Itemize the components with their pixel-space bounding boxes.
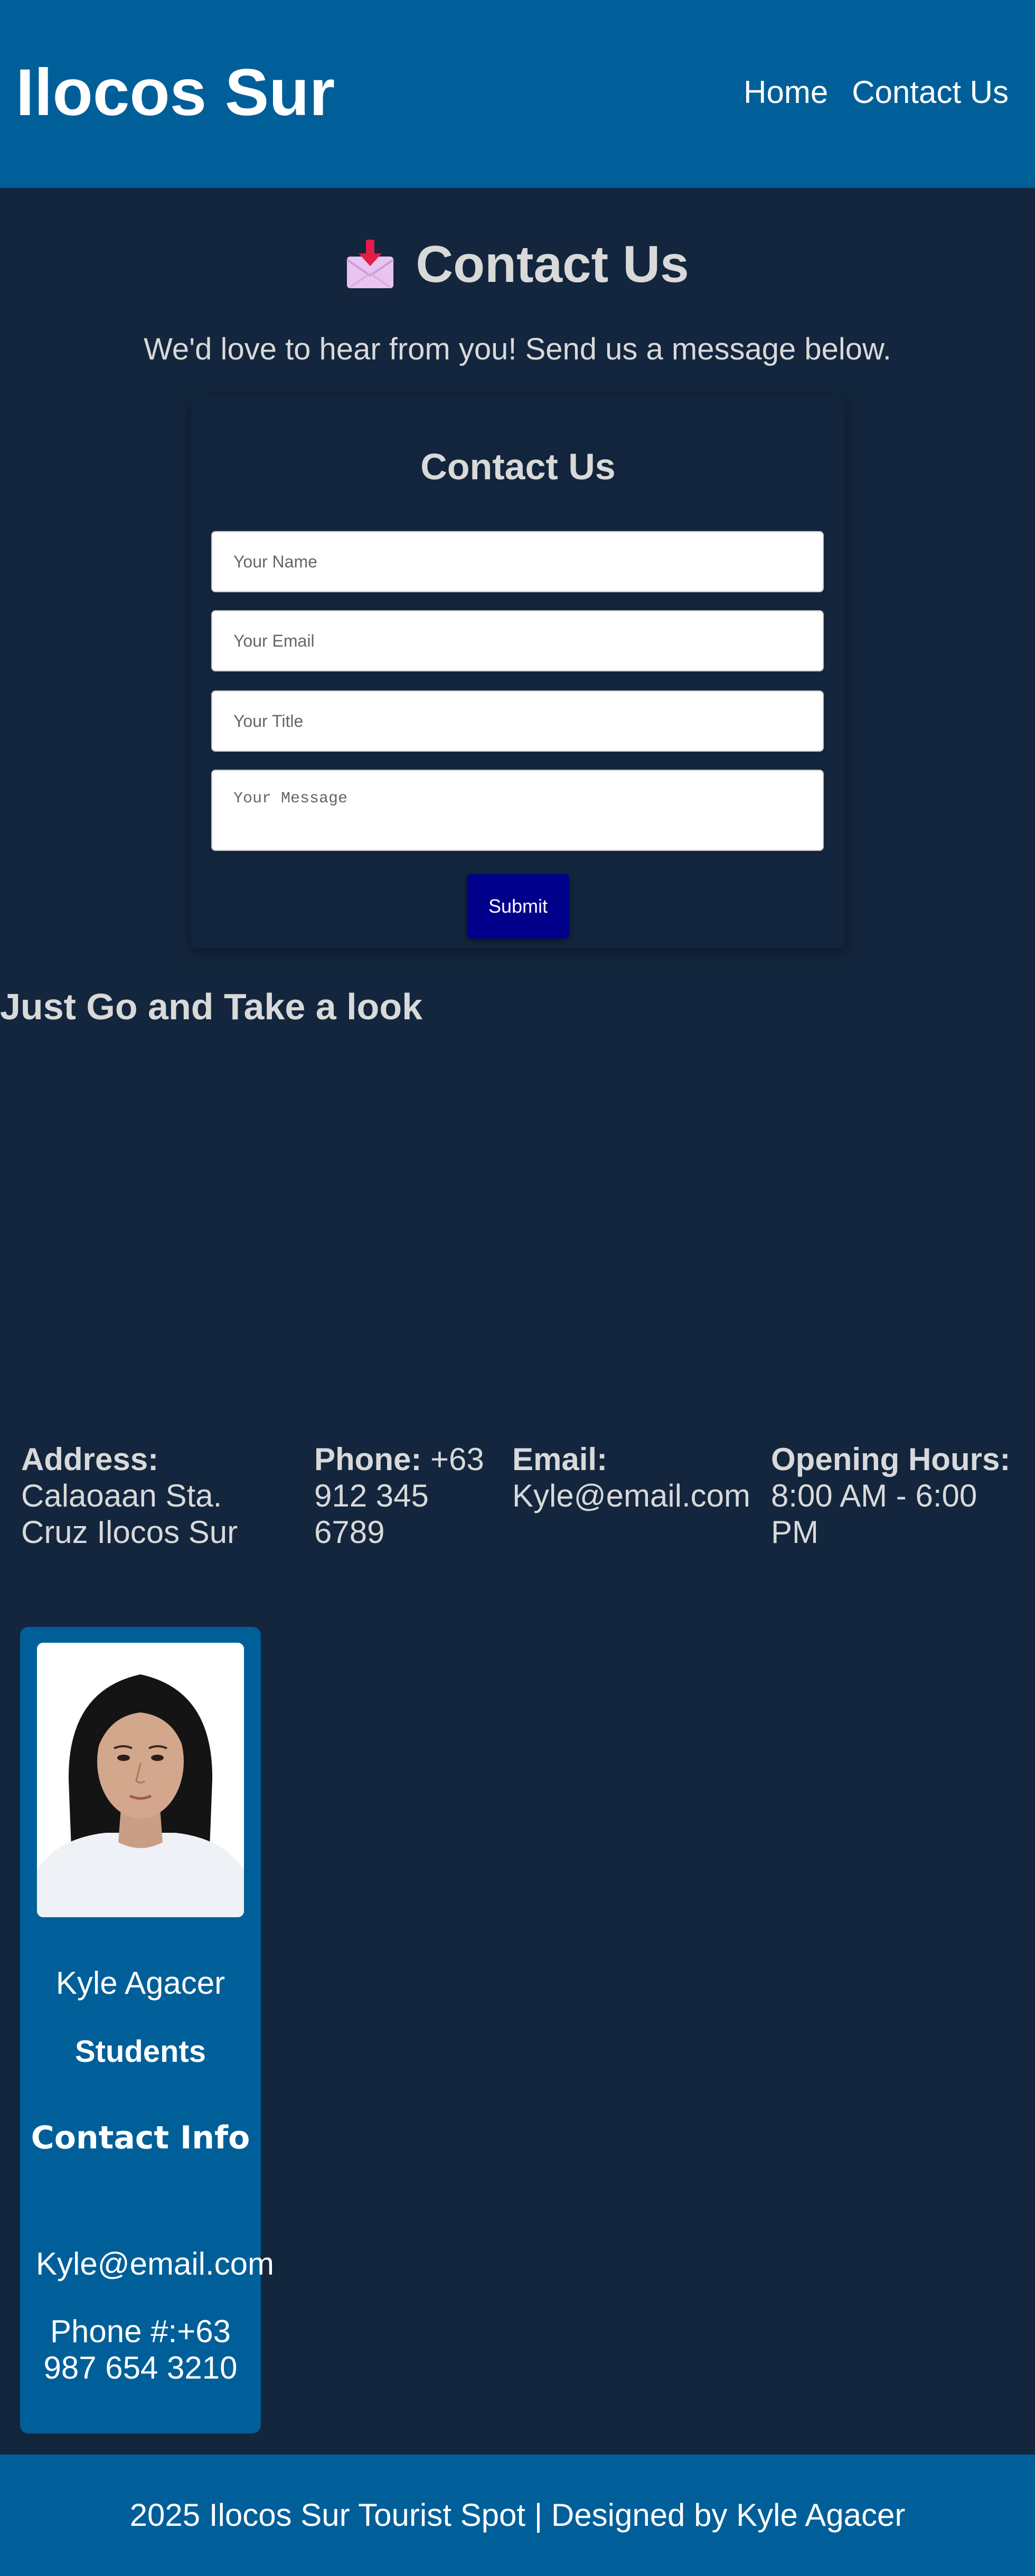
- phone-label: Phone:: [314, 1442, 422, 1477]
- address-info: Address: Calaoaan Sta. Cruz Ilocos Sur: [21, 1441, 296, 1550]
- site-footer: 2025 Ilocos Sur Tourist Spot | Designed …: [0, 2455, 1035, 2576]
- envelope-download-icon: [346, 239, 394, 289]
- email-label: Email:: [512, 1442, 608, 1477]
- profile-card: Kyle Agacer Students Contact Info Kyle@e…: [20, 1627, 274, 2433]
- map-area: [0, 1035, 1035, 1404]
- form-title: Contact Us: [420, 446, 616, 487]
- site-header: Ilocos Sur Home Contact Us: [0, 0, 1035, 188]
- title-field[interactable]: [211, 690, 824, 752]
- submit-button[interactable]: Submit: [467, 874, 569, 939]
- look-heading: Just Go and Take a look: [0, 986, 423, 1027]
- email-value: Kyle@email.com: [512, 1478, 751, 1513]
- hours-info: Opening Hours: 8:00 AM - 6:00 PM: [771, 1441, 1024, 1550]
- profile-contact-title: Contact Info: [31, 2119, 250, 2156]
- site-title: Ilocos Sur: [16, 56, 335, 129]
- profile-photo: [37, 1643, 244, 1917]
- profile-name: Kyle Agacer: [55, 1965, 225, 2001]
- intro-text: We'd love to hear from you! Send us a me…: [144, 332, 891, 366]
- email-info: Email: Kyle@email.com: [512, 1441, 760, 1514]
- page-title: Contact Us: [416, 235, 689, 293]
- address-label: Address:: [21, 1442, 159, 1477]
- hours-label: Opening Hours:: [771, 1442, 1011, 1477]
- footer-text: 2025 Ilocos Sur Tourist Spot | Designed …: [129, 2497, 906, 2533]
- email-field[interactable]: [211, 610, 824, 671]
- profile-role: Students: [74, 2034, 206, 2069]
- profile-phone: Phone #:+63 987 654 3210: [43, 2314, 238, 2385]
- profile-email: Kyle@email.com: [36, 2246, 275, 2281]
- page-heading: Contact Us: [0, 232, 1035, 296]
- address-value: Calaoaan Sta. Cruz Ilocos Sur: [21, 1478, 238, 1550]
- main-nav: Home Contact Us: [744, 74, 1009, 111]
- hours-value: 8:00 AM - 6:00 PM: [771, 1478, 977, 1550]
- phone-info: Phone: +63 912 345 6789: [314, 1441, 499, 1550]
- message-field[interactable]: [211, 770, 824, 851]
- nav-home-link[interactable]: Home: [744, 74, 828, 111]
- nav-contact-link[interactable]: Contact Us: [852, 74, 1009, 111]
- name-field[interactable]: [211, 531, 824, 592]
- contact-form: Contact Us Submit: [191, 395, 845, 948]
